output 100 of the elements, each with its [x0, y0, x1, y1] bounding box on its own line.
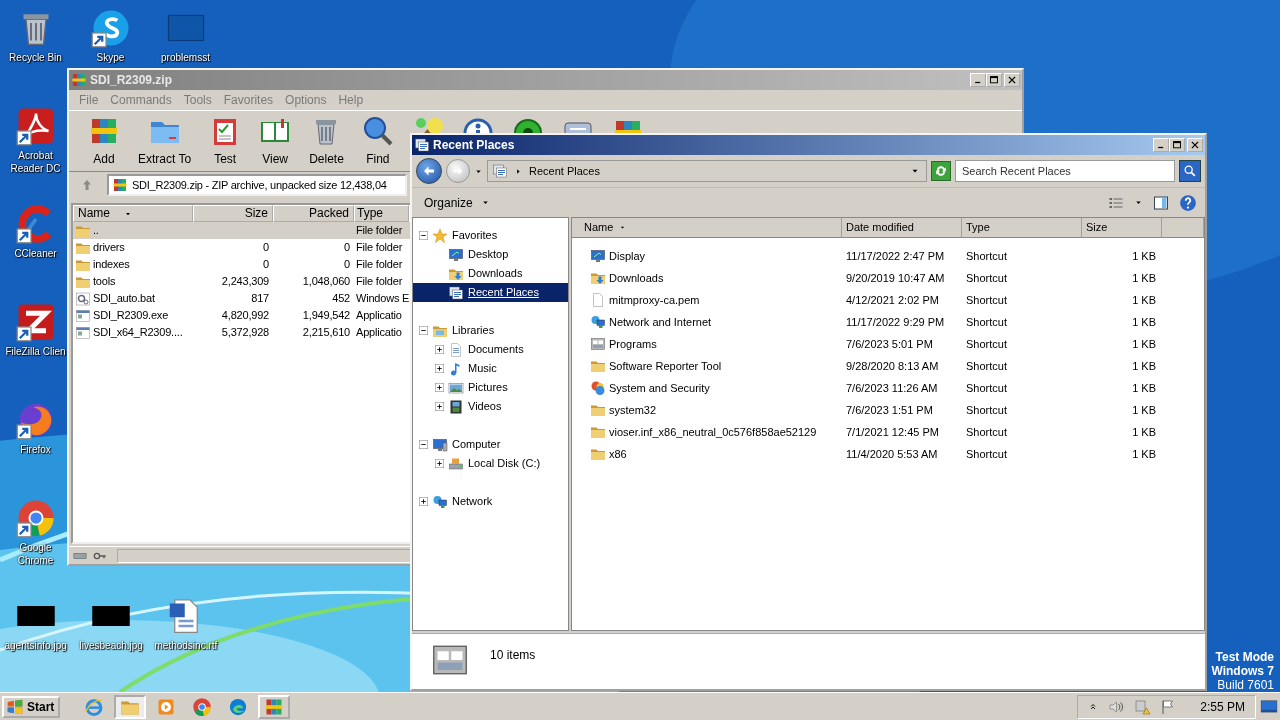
icon-label[interactable]: Acrobat Reader DC [4, 149, 67, 175]
toolbar-button[interactable]: Delete [309, 114, 344, 168]
collapse-icon[interactable] [419, 326, 428, 335]
icon-label[interactable]: Skype [96, 51, 125, 64]
tree-item[interactable]: Libraries [413, 321, 568, 340]
maximize-button[interactable] [986, 73, 1002, 87]
file-name[interactable]: Display [609, 247, 646, 265]
file-name[interactable]: x86 [609, 445, 627, 463]
reader-app-icon[interactable] [15, 106, 56, 146]
file-row[interactable]: SDI_R2309.exe 4,820,992 1,949,542 Applicatio [73, 307, 410, 324]
table-cell-text: 1 KB [1131, 424, 1157, 440]
file-name[interactable]: Network and Internet [609, 313, 712, 331]
table-cell-text: File folder [355, 240, 404, 256]
toolbar-button[interactable]: Find [361, 114, 394, 168]
close-button[interactable] [1004, 73, 1020, 87]
table-cell-text: Shortcut [965, 248, 1008, 264]
tree-item[interactable]: Favorites [413, 226, 568, 245]
file-name[interactable]: System and Security [609, 379, 710, 397]
icon-label[interactable]: problemsst [161, 51, 210, 64]
expand-icon[interactable] [419, 497, 428, 506]
monitor-icon[interactable] [1260, 697, 1278, 716]
forward-icon [451, 164, 465, 178]
browser-icon[interactable] [15, 498, 56, 538]
file-row[interactable]: drivers 0 0 File folder [73, 239, 410, 256]
table-cell-text: 0 [262, 257, 270, 273]
chat-app-icon[interactable] [90, 8, 131, 48]
breadcrumb-link[interactable]: Recent Places [529, 162, 600, 180]
expand-icon[interactable] [435, 459, 444, 468]
table-cell-text: Shortcut [965, 314, 1008, 330]
programs-icon [590, 336, 606, 352]
search-button[interactable] [1179, 160, 1201, 182]
tree-item[interactable]: Desktop [413, 245, 568, 264]
table-cell-text: 1 KB [1131, 292, 1157, 308]
column-header[interactable]: Name [572, 218, 842, 238]
file-row[interactable]: .. File folder [73, 222, 410, 239]
file-name[interactable]: Software Reporter Tool [609, 357, 722, 375]
expand-icon[interactable] [435, 402, 444, 411]
clock[interactable]: 2:55 PM [1200, 697, 1245, 716]
close-button[interactable] [1187, 138, 1203, 152]
taskbar-button[interactable] [258, 694, 291, 719]
file-row[interactable]: SDI_auto.bat 817 452 Windows E [73, 290, 410, 307]
close-icon [1007, 75, 1017, 85]
toolbar-button[interactable]: Extract To [138, 114, 192, 168]
caret-icon [480, 198, 490, 207]
tree-item[interactable]: Network [413, 492, 568, 511]
column-header[interactable]: Name [73, 205, 193, 222]
icon-label[interactable]: FileZilla Clien [5, 345, 66, 358]
tree-item[interactable]: Pictures [413, 378, 568, 397]
search-field[interactable]: Search Recent Places [955, 160, 1175, 182]
collapse-icon[interactable] [419, 231, 428, 240]
tree-item[interactable]: Downloads [413, 264, 568, 283]
file-row[interactable]: tools 2,243,309 1,048,060 File folder [73, 273, 410, 290]
tree-item[interactable]: Music [413, 359, 568, 378]
expand-icon[interactable] [435, 364, 444, 373]
file-name: SDI_R2309.exe [93, 308, 169, 324]
tree-item[interactable]: Documents [413, 340, 568, 359]
organize-button[interactable]: Organize [420, 191, 494, 214]
file-row[interactable]: indexes 0 0 File folder [73, 256, 410, 273]
column-header[interactable]: Type [962, 218, 1082, 238]
help-icon[interactable] [1179, 193, 1197, 212]
column-header[interactable]: Type [354, 205, 409, 222]
table-cell-text: 11/4/2020 5:53 AM [845, 446, 939, 462]
toolbar-button[interactable] [511, 117, 544, 133]
tree-item[interactable]: Local Disk (C:) [413, 454, 568, 473]
ftp-app-icon[interactable] [15, 302, 56, 342]
speaker-icon[interactable] [1108, 698, 1125, 715]
file-name[interactable]: system32 [609, 401, 657, 419]
file-name[interactable]: mitmproxy-ca.pem [609, 291, 700, 309]
toolbar-button[interactable]: Add [88, 114, 120, 168]
column-header[interactable]: Date modified [842, 218, 962, 238]
start-button[interactable]: Start [2, 695, 61, 718]
toolbar-button[interactable]: Test [209, 114, 242, 168]
minimize-button[interactable] [970, 73, 986, 87]
column-header[interactable]: Size [1082, 218, 1162, 238]
toolbar-button[interactable] [461, 117, 494, 133]
file-name[interactable]: Programs [609, 335, 657, 353]
column-header[interactable]: Size [193, 205, 273, 222]
expand-icon[interactable] [435, 383, 444, 392]
caret-icon[interactable] [1134, 198, 1143, 207]
preview-pane-icon[interactable] [1153, 194, 1169, 211]
tree-item[interactable]: Recent Places [413, 283, 568, 302]
address-bar[interactable]: Recent Places [487, 160, 927, 182]
item-label: Libraries [452, 323, 495, 339]
path-field[interactable]: SDI_R2309.zip - ZIP archive, unpacked size 12,438,04 [107, 174, 407, 196]
column-header[interactable]: Packed [273, 205, 354, 222]
tree-item[interactable]: Videos [413, 397, 568, 416]
file-name[interactable]: vioser.inf_x86_neutral_0c576f858ae52129 [609, 423, 817, 441]
tree-item[interactable]: Computer [413, 435, 568, 454]
back-button[interactable] [416, 158, 442, 184]
maximize-button[interactable] [1169, 138, 1185, 152]
toolbar-button[interactable]: View [259, 114, 292, 168]
minimize-button[interactable] [1153, 138, 1169, 152]
icon-label[interactable]: Recycle Bin [9, 51, 62, 64]
expand-icon[interactable] [435, 345, 444, 354]
file-name[interactable]: Downloads [609, 269, 664, 287]
collapse-icon[interactable] [419, 440, 428, 449]
table-cell-text: 0 [262, 240, 270, 256]
file-row[interactable]: SDI_x64_R2309.... 5,372,928 2,215,610 Applicatio [73, 324, 410, 341]
refresh-button[interactable] [931, 161, 951, 181]
icon-label[interactable]: CCleaner [14, 247, 57, 260]
